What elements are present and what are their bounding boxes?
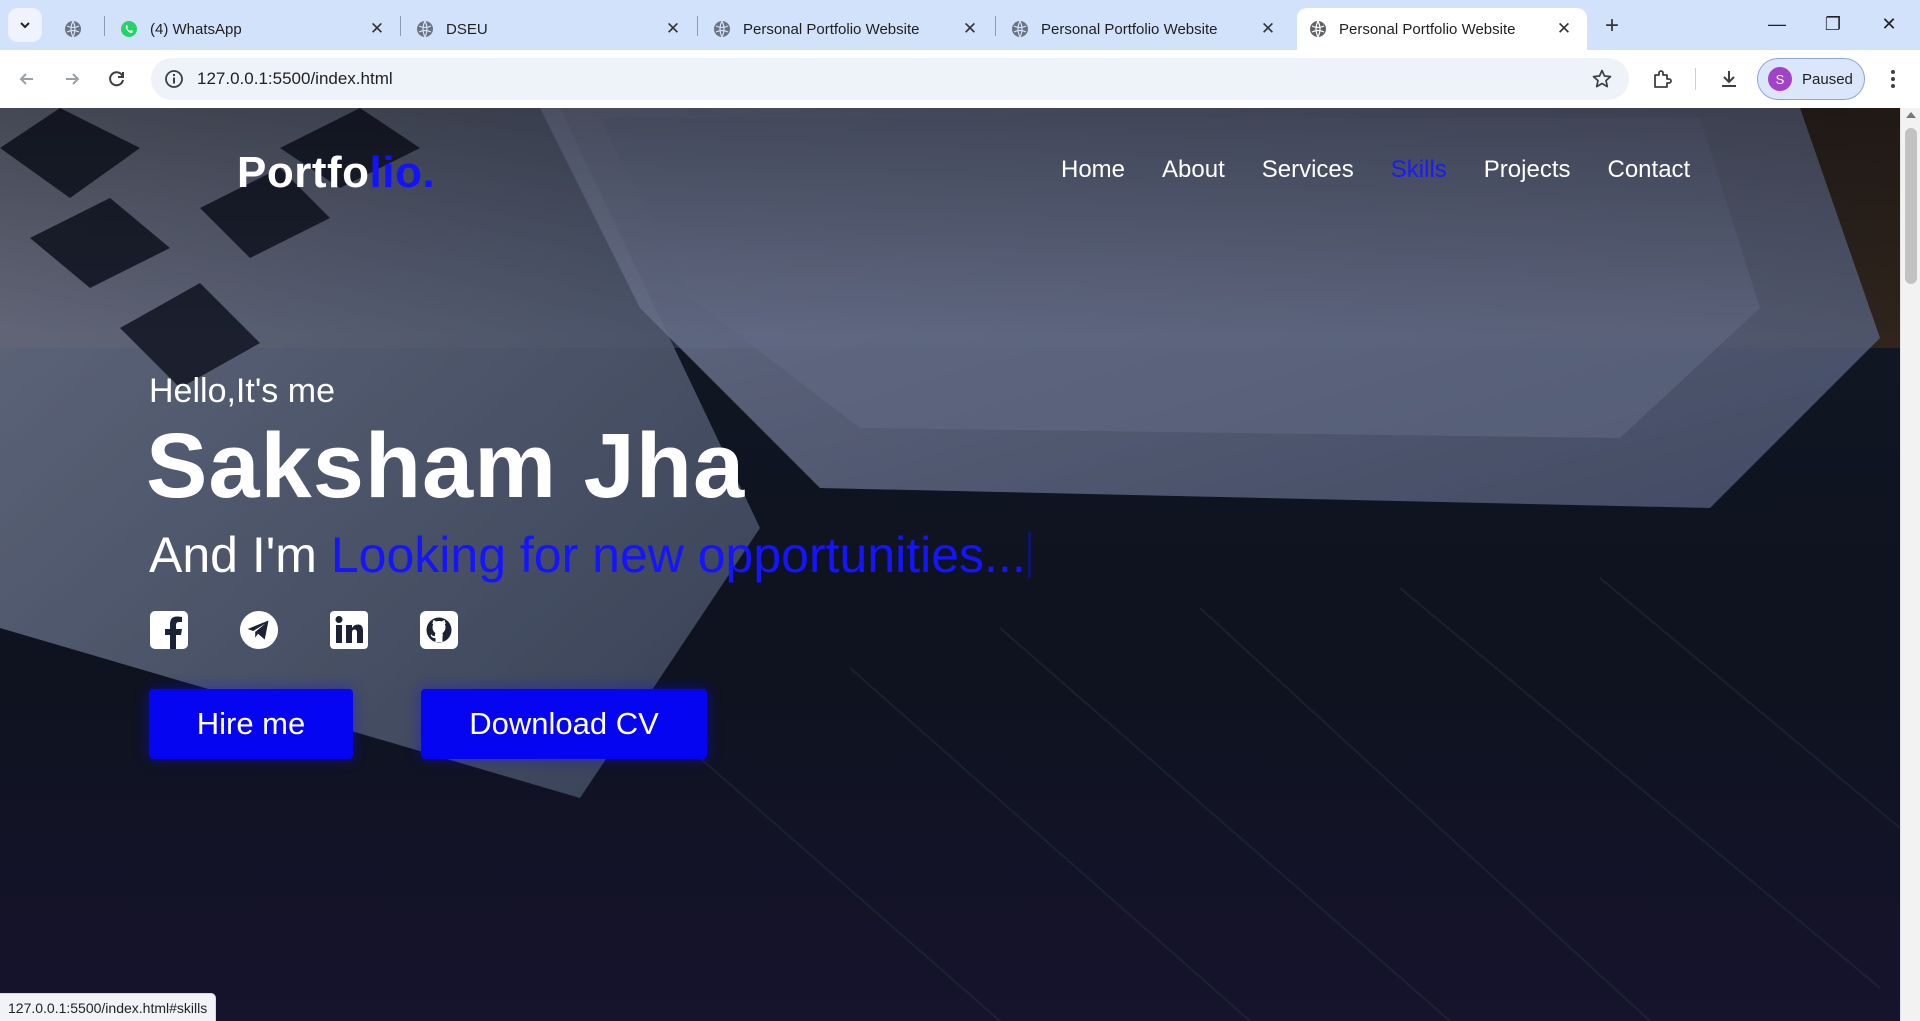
new-tab-button[interactable]: + [1598, 12, 1626, 40]
arrow-left-icon [19, 73, 33, 85]
hero-greeting: Hello,It's me [149, 372, 335, 410]
tab-strip: (4) WhatsApp ✕ DSEU ✕ Personal Portfolio… [0, 0, 1920, 50]
puzzle-icon [1654, 70, 1672, 88]
tab-search-button[interactable] [8, 8, 42, 42]
nav-link-services[interactable]: Services [1262, 156, 1354, 184]
close-icon[interactable]: ✕ [1553, 18, 1575, 40]
close-icon[interactable]: ✕ [366, 18, 388, 40]
whatsapp-icon [121, 21, 137, 37]
logo-main-text: Portfo [237, 148, 370, 197]
linkedin-link[interactable] [329, 610, 369, 650]
site-nav: Home About Services Skills Projects Cont… [1061, 156, 1727, 184]
downloads-button[interactable] [1716, 66, 1742, 92]
tab-separator [697, 16, 698, 36]
nav-link-projects[interactable]: Projects [1484, 156, 1571, 184]
typing-cursor [1027, 532, 1031, 578]
tab-portfolio-1[interactable]: Personal Portfolio Website ✕ [701, 8, 993, 50]
more-vertical-icon [1891, 70, 1895, 88]
hero-role-prefix: And I'm [149, 527, 317, 583]
tab-title: (4) WhatsApp [150, 20, 242, 38]
bookmark-star-icon[interactable] [1591, 68, 1613, 90]
github-link[interactable] [419, 610, 459, 650]
github-icon [420, 611, 458, 649]
tab-portfolio-2[interactable]: Personal Portfolio Website ✕ [999, 8, 1291, 50]
site-info-icon[interactable] [163, 68, 185, 90]
page-scrollbar[interactable] [1900, 108, 1920, 1021]
globe-icon [714, 20, 730, 38]
close-icon[interactable]: ✕ [1257, 18, 1279, 40]
back-button[interactable] [11, 63, 43, 95]
nav-link-home[interactable]: Home [1061, 156, 1125, 184]
page-viewport: Portfolio. Home About Services Skills Pr… [0, 108, 1900, 1021]
tab-title: Personal Portfolio Website [1041, 20, 1218, 38]
arrow-right-icon [66, 73, 80, 85]
linkedin-icon [330, 611, 368, 649]
window-close-button[interactable]: ✕ [1864, 6, 1914, 42]
logo-accent-text: lio. [369, 148, 436, 197]
nav-link-contact[interactable]: Contact [1608, 156, 1691, 184]
telegram-link[interactable] [239, 610, 279, 650]
url-text: 127.0.0.1:5500/index.html [197, 69, 393, 88]
nav-link-skills[interactable]: Skills [1391, 156, 1447, 184]
reload-icon [109, 71, 124, 87]
facebook-icon [150, 611, 188, 649]
tab-separator [104, 16, 105, 36]
tab-separator [400, 16, 401, 36]
globe-icon [1012, 20, 1028, 38]
browser-menu-button[interactable] [1880, 66, 1906, 92]
tab-title: Personal Portfolio Website [743, 20, 920, 38]
extensions-button[interactable] [1649, 66, 1675, 92]
hire-me-button[interactable]: Hire me [149, 689, 353, 759]
nav-link-about[interactable]: About [1162, 156, 1225, 184]
tab-dseu[interactable]: DSEU ✕ [404, 8, 696, 50]
address-bar[interactable]: 127.0.0.1:5500/index.html [151, 58, 1629, 100]
globe-icon [417, 20, 433, 38]
hero-role: And I'm Looking for new opportunities... [149, 526, 1031, 584]
globe-icon [65, 20, 81, 38]
social-links [149, 610, 509, 650]
tab-pinned[interactable] [54, 8, 94, 50]
telegram-icon [239, 610, 279, 650]
scroll-up-arrow-icon[interactable] [1906, 112, 1916, 118]
tab-separator [995, 16, 996, 36]
facebook-link[interactable] [149, 610, 189, 650]
browser-toolbar: 127.0.0.1:5500/index.html S Paused [0, 50, 1920, 108]
profile-button[interactable]: S Paused [1757, 58, 1865, 100]
chevron-down-icon [20, 22, 30, 29]
site-logo[interactable]: Portfolio. [237, 148, 435, 198]
hero-role-typed: Looking for new opportunities... [330, 527, 1026, 583]
tab-title: DSEU [446, 20, 488, 38]
close-icon[interactable]: ✕ [662, 18, 684, 40]
toolbar-divider [1695, 68, 1696, 90]
tab-whatsapp[interactable]: (4) WhatsApp ✕ [108, 8, 400, 50]
globe-icon [1310, 20, 1326, 38]
hero-name: Saksham Jha [146, 415, 746, 517]
link-status-bubble: 127.0.0.1:5500/index.html#skills [0, 993, 217, 1021]
scrollbar-thumb[interactable] [1905, 128, 1917, 284]
close-icon[interactable]: ✕ [959, 18, 981, 40]
forward-button[interactable] [56, 63, 88, 95]
tab-title: Personal Portfolio Website [1339, 20, 1516, 38]
restore-button[interactable]: ❐ [1808, 6, 1858, 42]
profile-status-label: Paused [1802, 70, 1853, 88]
minimize-button[interactable]: — [1752, 6, 1802, 42]
reload-button[interactable] [101, 63, 133, 95]
avatar: S [1768, 67, 1792, 91]
download-cv-button[interactable]: Download CV [421, 689, 707, 759]
tab-portfolio-active[interactable]: Personal Portfolio Website ✕ [1297, 8, 1587, 50]
download-icon [1722, 71, 1736, 87]
